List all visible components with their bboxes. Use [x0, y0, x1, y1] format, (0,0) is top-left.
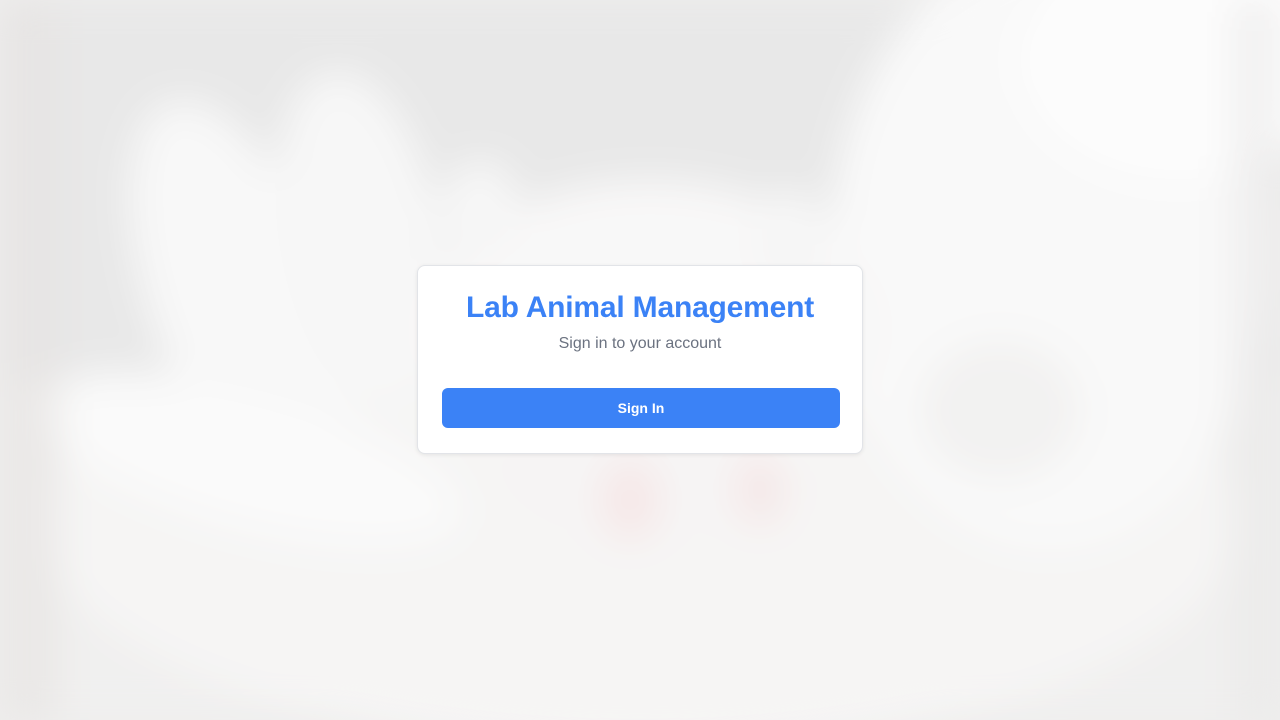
app-title: Lab Animal Management	[465, 291, 815, 324]
login-page: Lab Animal Management Sign in to your ac…	[0, 0, 1280, 720]
sign-in-button[interactable]: Sign In	[442, 388, 840, 428]
login-card: Lab Animal Management Sign in to your ac…	[417, 265, 863, 454]
sign-in-subtitle: Sign in to your account	[558, 335, 722, 352]
